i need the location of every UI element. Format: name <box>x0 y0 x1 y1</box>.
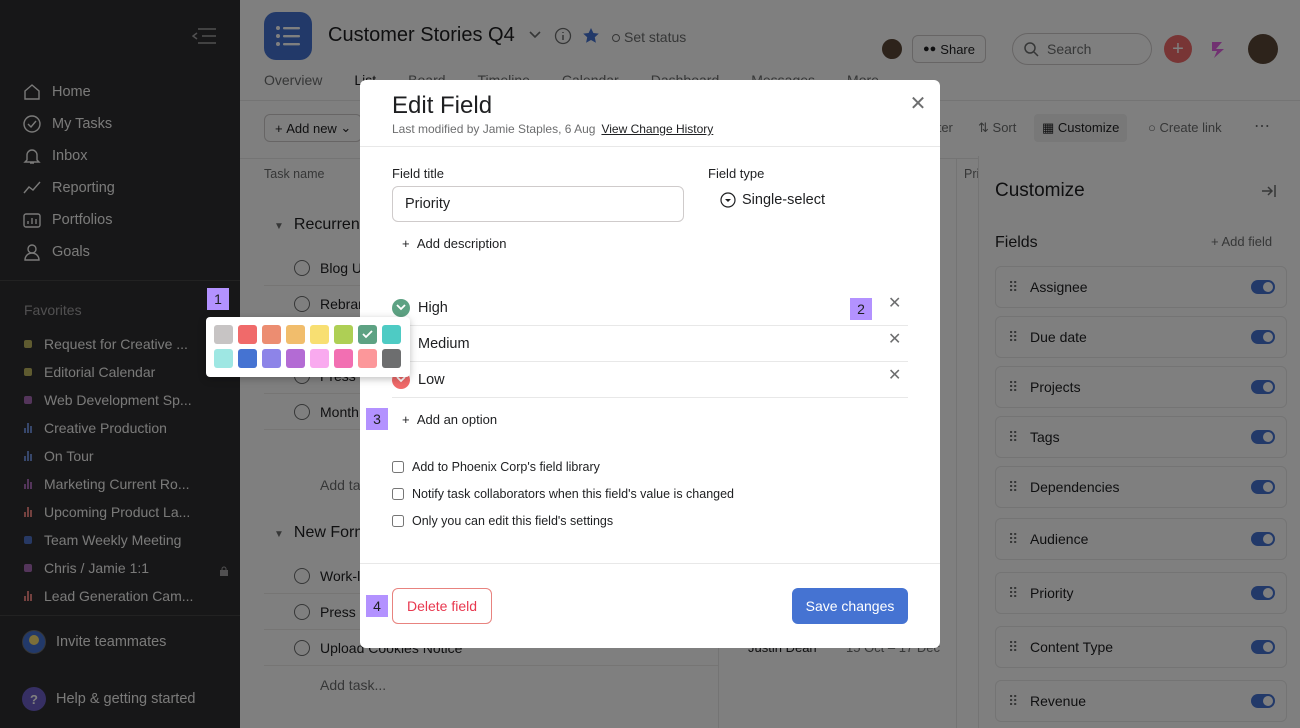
color-swatch[interactable] <box>214 325 233 344</box>
checkbox[interactable] <box>392 461 404 473</box>
color-swatch[interactable] <box>214 349 233 368</box>
add-description-label: Add description <box>416 236 507 251</box>
option-row[interactable]: Low ✕ <box>392 362 908 398</box>
field-title-input[interactable] <box>392 186 684 222</box>
chevron-down-icon <box>396 376 406 383</box>
checkbox-notify-collaborators[interactable]: Notify task collaborators when this fiel… <box>392 487 734 501</box>
checkbox-field-library[interactable]: Add to Phoenix Corp's field library <box>392 460 600 474</box>
view-change-history-link[interactable]: View Change History <box>601 122 713 136</box>
color-swatch[interactable] <box>382 349 401 368</box>
last-modified: Last modified by Jamie Staples, 6 Aug Vie… <box>392 122 713 136</box>
marker-3: 3 <box>366 408 388 430</box>
color-swatch[interactable] <box>310 349 329 368</box>
dropdown-circle-icon <box>720 192 736 208</box>
add-option-button[interactable]: + Add an option <box>402 412 497 427</box>
close-icon[interactable]: ✕ <box>908 94 928 114</box>
divider <box>360 146 940 147</box>
option-color-button[interactable] <box>392 298 410 317</box>
edit-field-dialog: Edit Field Last modified by Jamie Staple… <box>360 80 940 648</box>
color-swatch[interactable] <box>238 325 257 344</box>
color-swatch[interactable] <box>286 325 305 344</box>
color-swatch[interactable] <box>262 349 281 368</box>
dialog-title: Edit Field <box>392 92 493 119</box>
option-row[interactable]: Medium ✕ <box>392 326 908 362</box>
color-picker-popover <box>206 317 410 377</box>
divider <box>360 563 940 564</box>
field-type-value: Single-select <box>720 192 825 208</box>
remove-option-icon[interactable]: ✕ <box>888 296 901 312</box>
last-modified-text: Last modified by Jamie Staples, 6 Aug <box>392 122 596 136</box>
chevron-down-icon <box>396 304 406 311</box>
option-label[interactable]: Low <box>418 372 445 388</box>
checkbox-label: Notify task collaborators when this fiel… <box>412 487 734 501</box>
marker-4: 4 <box>366 595 388 617</box>
add-option-label: Add an option <box>416 412 498 427</box>
option-row[interactable]: High ✕ <box>392 290 908 326</box>
color-swatch[interactable] <box>358 349 377 368</box>
checkbox-label: Add to Phoenix Corp's field library <box>412 460 600 474</box>
option-label[interactable]: Medium <box>418 336 470 352</box>
checkmark-icon <box>362 330 373 339</box>
app-window: Home My Tasks Inbox Reporting Portfolios… <box>0 0 1300 728</box>
color-swatch[interactable] <box>262 325 281 344</box>
color-swatch[interactable] <box>238 349 257 368</box>
checkbox-only-you-edit[interactable]: Only you can edit this field's settings <box>392 514 613 528</box>
color-swatch[interactable] <box>382 325 401 344</box>
checkbox-label: Only you can edit this field's settings <box>412 514 614 528</box>
marker-1: 1 <box>207 288 229 310</box>
checkbox[interactable] <box>392 488 404 500</box>
remove-option-icon[interactable]: ✕ <box>888 332 901 348</box>
option-label[interactable]: High <box>418 300 448 316</box>
color-swatch[interactable] <box>334 349 353 368</box>
remove-option-icon[interactable]: ✕ <box>888 368 901 384</box>
marker-2: 2 <box>850 298 872 320</box>
field-title-label: Field title <box>392 166 445 181</box>
field-type-text: Single-select <box>742 192 826 208</box>
delete-field-button[interactable]: Delete field <box>392 588 492 624</box>
color-swatch[interactable] <box>286 349 305 368</box>
checkbox[interactable] <box>392 515 404 527</box>
add-description-button[interactable]: + Add description <box>402 236 506 251</box>
color-swatch[interactable] <box>358 325 377 344</box>
save-changes-button[interactable]: Save changes <box>792 588 908 624</box>
field-type-label: Field type <box>708 166 765 181</box>
color-swatch[interactable] <box>310 325 329 344</box>
color-swatch[interactable] <box>334 325 353 344</box>
